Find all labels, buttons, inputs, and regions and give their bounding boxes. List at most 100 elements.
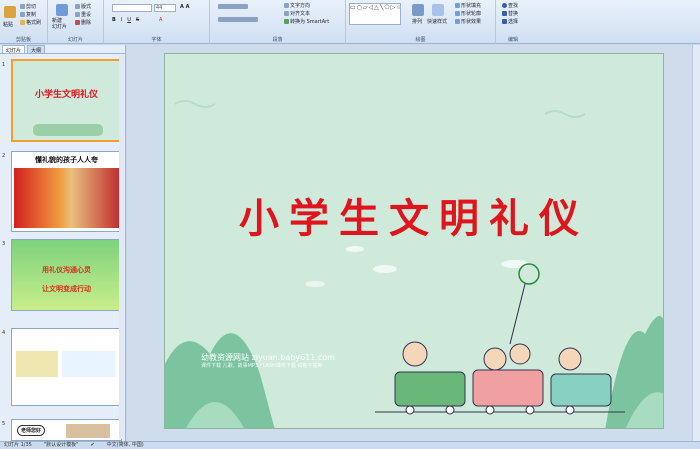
- thumb-line2: 让文明变成行动: [42, 285, 91, 293]
- thumbnail-scrollbar[interactable]: [119, 55, 124, 439]
- arrange-button[interactable]: 排列: [412, 18, 422, 25]
- slides-label: 幻灯片: [67, 37, 83, 43]
- slide-thumbnail-pane: 幻灯片 大纲 1 小学生文明礼仪 2 懂礼貌的孩子人人夸 3 用礼仪沟通心灵 让…: [0, 45, 126, 441]
- replace-button[interactable]: 替换: [502, 10, 518, 17]
- clipboard-label: 剪贴板: [15, 37, 31, 43]
- paste-icon[interactable]: [4, 6, 16, 18]
- brush-icon: [20, 20, 25, 25]
- thumb-text-box: [62, 351, 116, 377]
- cloud-doodle: [501, 260, 529, 268]
- replace-icon: [502, 11, 507, 16]
- font-color-button[interactable]: A: [159, 17, 162, 23]
- watermark-subtext: 课件下载 儿歌、故事MP3 FLASH课件下载 试卷下载等: [201, 363, 323, 369]
- drawing-label: 绘图: [415, 37, 426, 43]
- binoculars-icon: [502, 3, 507, 8]
- smartart-button[interactable]: 转换为 SmartArt: [284, 18, 329, 25]
- ribbon: 粘贴 剪切 复制 格式刷 剪贴板 新建 幻灯片 版式 重设 删除 幻灯片 44 …: [0, 0, 700, 44]
- thumb-illustration: [66, 424, 110, 438]
- format-painter-button[interactable]: 格式刷: [20, 19, 41, 26]
- cut-button[interactable]: 剪切: [20, 3, 36, 10]
- status-bar: 幻灯片 1/35 "默认设计模板" ✔ 中文(简体, 中国): [0, 441, 700, 449]
- slide-number: 4: [2, 330, 6, 336]
- thumbnail-slide-5[interactable]: 老师您好: [11, 419, 122, 441]
- shape-fill-button[interactable]: 形状填充: [455, 2, 481, 9]
- language-indicator[interactable]: 中文(简体, 中国): [107, 442, 144, 449]
- cloud-doodle: [373, 265, 397, 273]
- editing-group: 查找 替换 选择 编辑: [496, 0, 530, 44]
- current-slide[interactable]: 小学生文明礼仪 幼教资源网站 ziyuan.baby611.com 课件下载 儿…: [164, 53, 664, 429]
- thumb-scene: [16, 351, 58, 377]
- cloud-doodle: [305, 281, 325, 287]
- new-slide-icon[interactable]: [56, 4, 68, 16]
- clipboard-group: 粘贴 剪切 复制 格式刷 剪贴板: [0, 0, 48, 44]
- butterfly-net: [518, 263, 540, 285]
- text-direction-button[interactable]: 文字方向: [284, 2, 310, 9]
- thumb-title: 懂礼貌的孩子人人夸: [35, 156, 98, 164]
- new-slide-button[interactable]: 新建 幻灯片: [52, 18, 67, 30]
- font-group: 44 A A BIUS A 字体: [104, 0, 210, 44]
- thumbnail-slide-4[interactable]: [11, 328, 122, 406]
- slide-editor: 小学生文明礼仪 幼教资源网站 ziyuan.baby611.com 课件下载 儿…: [127, 45, 700, 441]
- thumb-line1: 用礼仪沟通心灵: [42, 266, 91, 274]
- paragraph-group: 文字方向 对齐文本 转换为 SmartArt 段落: [210, 0, 346, 44]
- vertical-scrollbar[interactable]: [692, 45, 700, 441]
- shapes-gallery[interactable]: ▭○▱◁△╲⬠▷☆◇↗⌒↘∿⤴▢: [349, 3, 401, 25]
- slide-number: 1: [2, 62, 6, 68]
- delete-button[interactable]: 删除: [75, 19, 91, 26]
- reset-button[interactable]: 重设: [75, 11, 91, 18]
- scissors-icon: [20, 4, 25, 9]
- font-size-field[interactable]: 44: [154, 4, 176, 12]
- paragraph-label: 段落: [272, 37, 283, 43]
- paste-button[interactable]: 粘贴: [3, 21, 13, 28]
- grow-font-button[interactable]: A A: [180, 4, 189, 10]
- theme-name: "默认设计模板": [43, 442, 79, 448]
- tab-slides[interactable]: 幻灯片: [2, 45, 26, 54]
- thumbnail-slide-3[interactable]: 用礼仪沟通心灵 让文明变成行动: [11, 239, 122, 311]
- cloud-doodle: [174, 100, 216, 108]
- slide-number: 3: [2, 241, 6, 247]
- list-icon: [218, 4, 248, 9]
- copy-icon: [20, 12, 25, 17]
- font-name-field[interactable]: [112, 4, 152, 12]
- arrange-icon[interactable]: [412, 4, 424, 16]
- copy-button[interactable]: 复制: [20, 11, 36, 18]
- slide-title[interactable]: 小学生文明礼仪: [165, 186, 663, 244]
- thumb-train-illustration: [33, 124, 103, 136]
- outline-icon: [455, 11, 460, 16]
- delete-icon: [75, 20, 80, 25]
- align-buttons[interactable]: [218, 17, 258, 22]
- pane-tabs: 幻灯片 大纲: [0, 45, 125, 54]
- quick-styles-button[interactable]: 快速样式: [427, 18, 447, 25]
- layout-button[interactable]: 版式: [75, 3, 91, 10]
- align-text-button[interactable]: 对齐文本: [284, 10, 310, 17]
- editing-label: 编辑: [507, 37, 518, 43]
- cloud-doodle: [544, 110, 586, 118]
- thumb-title: 小学生文明礼仪: [34, 90, 98, 100]
- text-direction-icon: [284, 3, 289, 8]
- fill-icon: [455, 3, 460, 8]
- cursor-icon: [502, 19, 507, 24]
- slide-counter: 幻灯片 1/35: [4, 442, 32, 448]
- shape-effects-button[interactable]: 形状效果: [455, 18, 481, 25]
- slides-group: 新建 幻灯片 版式 重设 删除 幻灯片: [48, 0, 104, 44]
- font-style-buttons[interactable]: BIUS: [112, 17, 139, 23]
- slide-number: 5: [2, 421, 6, 427]
- font-label: 字体: [151, 37, 162, 43]
- list-buttons[interactable]: [218, 4, 248, 9]
- layout-icon: [75, 4, 80, 9]
- tab-outline[interactable]: 大纲: [27, 45, 46, 54]
- shape-outline-button[interactable]: 形状轮廓: [455, 10, 481, 17]
- select-button[interactable]: 选择: [502, 18, 518, 25]
- quick-styles-icon[interactable]: [432, 4, 444, 16]
- left-hills: [165, 333, 275, 428]
- smartart-icon: [284, 19, 289, 24]
- align-icon: [218, 17, 258, 22]
- slide-number: 2: [2, 153, 6, 159]
- train-illustration: [375, 263, 625, 415]
- find-button[interactable]: 查找: [502, 2, 518, 9]
- cloud-doodle: [346, 246, 364, 252]
- spellcheck-icon[interactable]: ✔: [90, 442, 94, 449]
- thumb-speech-bubble: 老师您好: [17, 425, 46, 436]
- thumbnail-slide-2[interactable]: 懂礼貌的孩子人人夸: [11, 151, 122, 232]
- thumbnail-slide-1[interactable]: 小学生文明礼仪: [11, 59, 122, 142]
